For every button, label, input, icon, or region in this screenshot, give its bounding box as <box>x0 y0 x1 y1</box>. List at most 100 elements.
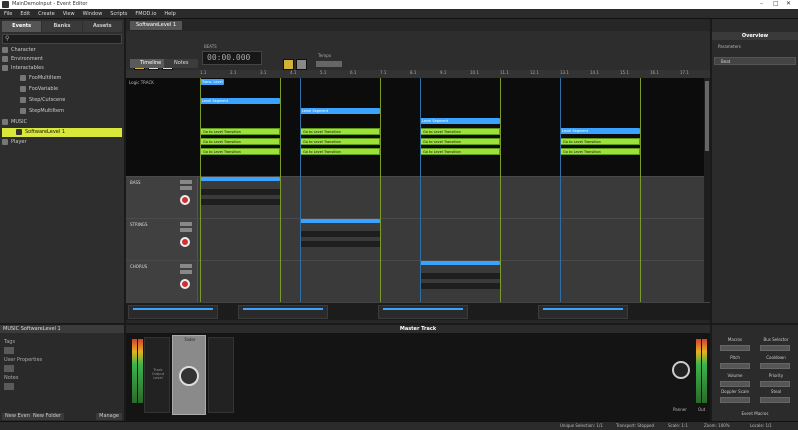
mute-button[interactable] <box>180 264 192 268</box>
follow-toggle[interactable] <box>296 59 307 70</box>
tree-item-character[interactable]: Character <box>2 46 122 55</box>
transition-region[interactable]: Go to Level Transition <box>300 128 380 135</box>
vertical-scroll-thumb[interactable] <box>705 81 709 151</box>
steal-field[interactable] <box>760 397 790 403</box>
audio-clip[interactable] <box>300 219 380 223</box>
menu-help[interactable]: Help <box>160 9 179 19</box>
tree-item-event[interactable]: Step/Cutscene <box>20 96 122 105</box>
tab-assets[interactable]: Assets <box>82 21 122 32</box>
master-volume-knob[interactable] <box>179 366 199 386</box>
menu-fmodio[interactable]: FMOD.io <box>131 9 160 19</box>
audio-clip[interactable] <box>200 177 280 181</box>
volume-knob[interactable] <box>180 237 190 247</box>
status-bar: Unique Selection: 1/1 Transport: Stopped… <box>0 421 798 430</box>
logic-region[interactable]: Level Segment <box>560 128 640 134</box>
cooldown-field[interactable] <box>760 363 790 369</box>
overview-header: Overview <box>712 32 798 40</box>
new-folder-button[interactable]: New Folder <box>30 413 64 420</box>
panner-knob[interactable] <box>672 361 690 379</box>
logic-region[interactable]: Level Segment <box>420 118 500 124</box>
audio-track-strings[interactable]: STRINGS <box>126 218 704 260</box>
ruler-tick: 12.1 <box>530 70 539 75</box>
priority-field[interactable] <box>760 381 790 387</box>
properties-panel: MUSIC SoftwareLevel 1 Tags User Properti… <box>0 325 124 421</box>
loop-boundary-line <box>200 78 201 302</box>
audio-clip[interactable] <box>420 261 500 265</box>
pitch-field[interactable] <box>720 363 750 369</box>
status-scale: Scale: 1:1 <box>668 423 688 428</box>
solo-button[interactable] <box>180 270 192 274</box>
transition-region[interactable]: Go to Level Transition <box>300 138 380 145</box>
tab-notes[interactable]: Notes <box>164 59 199 68</box>
transition-region[interactable]: Go to Level Transition <box>420 148 500 155</box>
maximize-icon[interactable]: □ <box>773 0 779 7</box>
volume-knob[interactable] <box>180 195 190 205</box>
transition-region[interactable]: Go to Level Transition <box>200 148 280 155</box>
tags-add-button[interactable] <box>4 347 14 354</box>
beat-parameter[interactable]: Beat <box>714 57 796 65</box>
solo-button[interactable] <box>180 186 192 190</box>
menu-scripts[interactable]: Scripts <box>106 9 131 19</box>
steal-label: Steal <box>770 389 782 394</box>
manage-button[interactable]: Manage <box>96 413 122 420</box>
audio-track-bass[interactable]: BASS <box>126 176 704 218</box>
transition-region[interactable]: Go to Level Transition <box>560 138 640 145</box>
transition-region[interactable]: Go to Level Transition <box>300 148 380 155</box>
tree-item-selected-event[interactable]: SoftwareLevel 1 <box>2 128 122 137</box>
bus-selector-field[interactable] <box>760 345 790 351</box>
menu-create[interactable]: Create <box>34 9 59 19</box>
folder-icon <box>2 138 8 145</box>
tree-item-environment[interactable]: Environment <box>2 55 122 64</box>
close-icon[interactable]: ✕ <box>786 0 791 7</box>
transition-marker[interactable]: Trans. Level <box>200 79 224 85</box>
minimize-icon[interactable]: – <box>760 0 763 7</box>
properties-header: MUSIC SoftwareLevel 1 <box>0 325 124 333</box>
tree-item-interactables[interactable]: Interactables <box>2 64 122 73</box>
doppler-scale-field[interactable] <box>720 397 750 403</box>
tab-editor-event[interactable]: SoftwareLevel 1 <box>130 21 183 30</box>
loop-toggle[interactable] <box>283 59 294 70</box>
fader-panel: Fader <box>172 335 206 415</box>
transition-region[interactable]: Go to Level Transition <box>200 128 280 135</box>
region-boundary-line <box>560 78 561 302</box>
transition-region[interactable]: Go to Level Transition <box>200 138 280 145</box>
tab-events[interactable]: Events <box>2 21 42 32</box>
audio-clip-waveform <box>200 199 280 205</box>
user-properties-add-button[interactable] <box>4 365 14 372</box>
menu-file[interactable]: File <box>0 9 16 19</box>
pitch-label: Pitch <box>730 355 740 360</box>
logic-region[interactable]: Level Segment <box>300 108 380 114</box>
menu-window[interactable]: Window <box>79 9 107 19</box>
overview-region <box>238 305 328 319</box>
tree-item-event[interactable]: FooVariable <box>20 85 122 94</box>
tempo-field[interactable] <box>316 61 342 67</box>
volume-field[interactable] <box>720 381 750 387</box>
cooldown-label: Cooldown <box>766 355 786 360</box>
logic-track-area[interactable]: Logic TRACK Trans. Level Level Segment L… <box>126 78 704 176</box>
audio-clip-waveform <box>300 231 380 237</box>
solo-button[interactable] <box>180 228 192 232</box>
audio-track-chorus[interactable]: CHORUS <box>126 260 704 302</box>
timeline-ruler[interactable]: 1.1 2.1 3.1 4.1 5.1 6.1 7.1 8.1 9.1 10.1… <box>126 70 710 78</box>
tree-item-event[interactable]: FooMultiItem <box>20 74 122 83</box>
tree-item-player[interactable]: Player <box>2 138 122 147</box>
logic-region[interactable]: Level Segment <box>200 98 280 104</box>
event-icon <box>20 85 26 92</box>
macros-field[interactable] <box>720 345 750 351</box>
search-input[interactable]: ⚲ <box>2 34 122 44</box>
loop-boundary-line <box>280 78 281 302</box>
tab-banks[interactable]: Banks <box>42 21 82 32</box>
menu-edit[interactable]: Edit <box>16 9 34 19</box>
timeline-overview-scrollbar[interactable] <box>126 302 710 320</box>
mute-button[interactable] <box>180 180 192 184</box>
tree-item-event[interactable]: StepMultiItem <box>20 107 122 116</box>
mute-button[interactable] <box>180 222 192 226</box>
tree-item-music[interactable]: MUSIC <box>2 118 122 127</box>
transition-region[interactable]: Go to Level Transition <box>420 128 500 135</box>
transition-region[interactable]: Go to Level Transition <box>560 148 640 155</box>
notes-box[interactable] <box>4 383 14 390</box>
menu-view[interactable]: View <box>59 9 79 19</box>
transition-region[interactable]: Go to Level Transition <box>420 138 500 145</box>
volume-knob[interactable] <box>180 279 190 289</box>
audio-clip-waveform <box>420 283 500 289</box>
